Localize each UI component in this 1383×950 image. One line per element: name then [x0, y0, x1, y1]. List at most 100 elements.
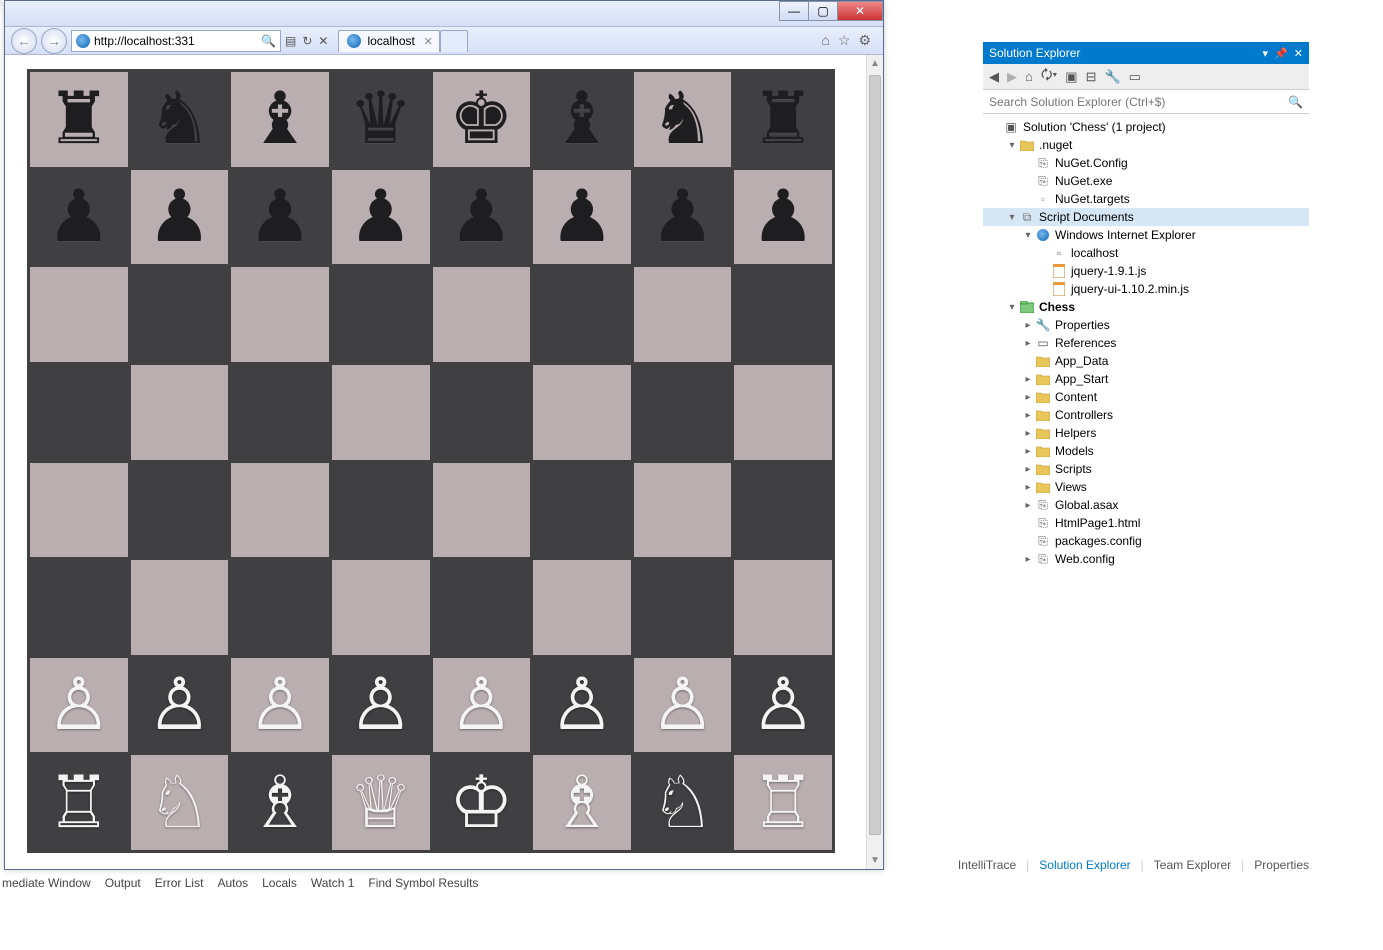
dock-tab[interactable]: IntelliTrace	[958, 858, 1016, 872]
tree-node[interactable]: ▸🔧Properties	[983, 316, 1309, 334]
square-h4[interactable]	[734, 463, 832, 558]
solution-search[interactable]: 🔍	[983, 90, 1309, 114]
collapsed-icon[interactable]: ▸	[1021, 410, 1035, 421]
tree-node[interactable]: ▸Helpers	[983, 424, 1309, 442]
tree-node[interactable]: ▫localhost	[983, 244, 1309, 262]
tree-node[interactable]: ▸Views	[983, 478, 1309, 496]
square-b5[interactable]	[131, 365, 229, 460]
white-pawn-icon[interactable]: ♙	[449, 669, 514, 741]
compat-icon[interactable]: ▤	[285, 34, 296, 48]
black-rook-icon[interactable]: ♜	[751, 83, 816, 155]
square-b4[interactable]	[131, 463, 229, 558]
new-tab-button[interactable]	[440, 30, 468, 52]
square-h8[interactable]: ♜	[734, 72, 832, 167]
square-a1[interactable]: ♖	[30, 755, 128, 850]
black-pawn-icon[interactable]: ♟	[47, 181, 112, 253]
panel-menu-icon[interactable]: ▾	[1263, 47, 1269, 60]
white-bishop-icon[interactable]: ♗	[248, 767, 313, 839]
tree-node[interactable]: ▸App_Start	[983, 370, 1309, 388]
dock-tab[interactable]: Solution Explorer	[1039, 858, 1130, 872]
square-b6[interactable]	[131, 267, 229, 362]
square-c8[interactable]: ♝	[231, 72, 329, 167]
expanded-icon[interactable]: ▾	[1005, 212, 1019, 223]
tree-node[interactable]: ▸Models	[983, 442, 1309, 460]
square-e5[interactable]	[433, 365, 531, 460]
square-h6[interactable]	[734, 267, 832, 362]
square-a7[interactable]: ♟	[30, 170, 128, 265]
refresh-icon[interactable]: ↻	[302, 34, 312, 48]
white-pawn-icon[interactable]: ♙	[147, 669, 212, 741]
collapsed-icon[interactable]: ▸	[1021, 374, 1035, 385]
browser-tab[interactable]: localhost ✕	[338, 30, 439, 52]
white-pawn-icon[interactable]: ♙	[550, 669, 615, 741]
square-a8[interactable]: ♜	[30, 72, 128, 167]
search-icon[interactable]: 🔍	[1288, 95, 1303, 109]
square-h2[interactable]: ♙	[734, 658, 832, 753]
expanded-icon[interactable]: ▾	[1005, 140, 1019, 151]
collapsed-icon[interactable]: ▸	[1021, 500, 1035, 511]
square-g3[interactable]	[634, 560, 732, 655]
square-e6[interactable]	[433, 267, 531, 362]
tree-node[interactable]: ⎘NuGet.Config	[983, 154, 1309, 172]
black-bishop-icon[interactable]: ♝	[550, 83, 615, 155]
square-c7[interactable]: ♟	[231, 170, 329, 265]
square-g7[interactable]: ♟	[634, 170, 732, 265]
tools-icon[interactable]: ⚙	[858, 32, 871, 49]
output-tab[interactable]: Output	[105, 876, 141, 890]
collapsed-icon[interactable]: ▸	[1021, 338, 1035, 349]
square-f6[interactable]	[533, 267, 631, 362]
vertical-scrollbar[interactable]: ▲ ▼	[866, 55, 883, 869]
home-icon[interactable]: ⌂	[821, 32, 829, 49]
collapsed-icon[interactable]: ▸	[1021, 428, 1035, 439]
collapsed-icon[interactable]: ▸	[1021, 320, 1035, 331]
output-tab[interactable]: mediate Window	[2, 876, 91, 890]
black-pawn-icon[interactable]: ♟	[147, 181, 212, 253]
output-tab[interactable]: Watch 1	[311, 876, 355, 890]
black-knight-icon[interactable]: ♞	[147, 83, 212, 155]
square-f5[interactable]	[533, 365, 631, 460]
square-f3[interactable]	[533, 560, 631, 655]
square-c6[interactable]	[231, 267, 329, 362]
black-bishop-icon[interactable]: ♝	[248, 83, 313, 155]
sync-icon[interactable]: 🗘▾	[1041, 66, 1057, 88]
square-b7[interactable]: ♟	[131, 170, 229, 265]
square-e4[interactable]	[433, 463, 531, 558]
square-b1[interactable]: ♘	[131, 755, 229, 850]
square-f8[interactable]: ♝	[533, 72, 631, 167]
square-b3[interactable]	[131, 560, 229, 655]
chess-board[interactable]: ♜♞♝♛♚♝♞♜♟♟♟♟♟♟♟♟♙♙♙♙♙♙♙♙♖♘♗♕♔♗♘♖	[27, 69, 835, 853]
black-pawn-icon[interactable]: ♟	[248, 181, 313, 253]
white-pawn-icon[interactable]: ♙	[650, 669, 715, 741]
black-queen-icon[interactable]: ♛	[348, 83, 413, 155]
white-pawn-icon[interactable]: ♙	[348, 669, 413, 741]
white-king-icon[interactable]: ♔	[449, 767, 514, 839]
white-rook-icon[interactable]: ♖	[751, 767, 816, 839]
square-f7[interactable]: ♟	[533, 170, 631, 265]
tree-node[interactable]: jquery-1.9.1.js	[983, 262, 1309, 280]
square-c4[interactable]	[231, 463, 329, 558]
square-d2[interactable]: ♙	[332, 658, 430, 753]
square-f2[interactable]: ♙	[533, 658, 631, 753]
black-pawn-icon[interactable]: ♟	[550, 181, 615, 253]
preview-icon[interactable]: ▭	[1129, 69, 1141, 85]
white-pawn-icon[interactable]: ♙	[47, 669, 112, 741]
close-button[interactable]: ✕	[837, 1, 883, 21]
solution-search-input[interactable]	[989, 95, 1288, 109]
minimize-button[interactable]: —	[779, 1, 809, 21]
square-d8[interactable]: ♛	[332, 72, 430, 167]
square-e2[interactable]: ♙	[433, 658, 531, 753]
show-all-icon[interactable]: ⊟	[1086, 69, 1097, 85]
square-e1[interactable]: ♔	[433, 755, 531, 850]
square-b8[interactable]: ♞	[131, 72, 229, 167]
back-button[interactable]: ←	[11, 28, 37, 54]
stop-icon[interactable]: ✕	[318, 34, 328, 48]
output-tab[interactable]: Autos	[217, 876, 248, 890]
tree-node[interactable]: App_Data	[983, 352, 1309, 370]
collapsed-icon[interactable]: ▸	[1021, 392, 1035, 403]
black-rook-icon[interactable]: ♜	[47, 83, 112, 155]
tree-node[interactable]: ▾⧉Script Documents	[983, 208, 1309, 226]
square-d1[interactable]: ♕	[332, 755, 430, 850]
square-d6[interactable]	[332, 267, 430, 362]
square-e3[interactable]	[433, 560, 531, 655]
panel-pin-icon[interactable]: 📌	[1274, 47, 1288, 60]
